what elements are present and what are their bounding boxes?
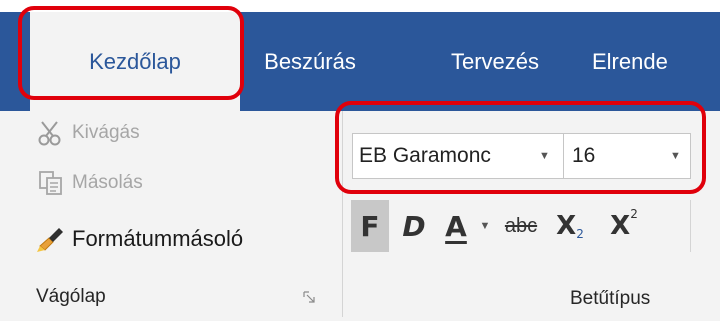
subscript-suffix: 2 — [576, 227, 584, 241]
underline-button[interactable]: A — [436, 200, 476, 252]
underline-label: A — [445, 209, 467, 243]
format-painter-button[interactable]: Formátummásoló — [36, 224, 243, 254]
superscript-button[interactable]: X2 — [602, 200, 646, 252]
tab-design[interactable]: Tervezés — [420, 12, 570, 111]
italic-button[interactable]: D — [395, 200, 433, 252]
tab-layout[interactable]: Elrende — [588, 12, 720, 111]
copy-button[interactable]: Másolás — [36, 168, 143, 198]
strikethrough-button[interactable]: abc — [500, 200, 542, 252]
cut-button[interactable]: Kivágás — [36, 118, 140, 148]
button-separator — [690, 200, 691, 252]
font-group-label: Betűtípus — [570, 288, 651, 309]
tab-insert[interactable]: Beszúrás — [240, 12, 380, 111]
underline-dropdown-icon[interactable]: ▼ — [478, 200, 492, 252]
superscript-suffix: 2 — [630, 207, 638, 221]
superscript-label: X — [610, 211, 631, 241]
subscript-label: X — [556, 211, 577, 241]
scissors-icon — [36, 118, 66, 148]
copy-icon — [36, 168, 66, 198]
format-painter-label: Formátummásoló — [72, 226, 244, 251]
highlight-box-tab — [18, 6, 244, 100]
clipboard-group-label: Vágólap — [36, 286, 106, 307]
highlight-box-font — [335, 101, 706, 194]
cut-label: Kivágás — [72, 122, 140, 143]
subscript-button[interactable]: X2 — [548, 200, 592, 252]
copy-label: Másolás — [72, 172, 143, 193]
dialog-launcher-icon[interactable] — [303, 290, 315, 303]
bold-button[interactable]: F — [351, 200, 389, 252]
strikethrough-label: abc — [504, 214, 538, 237]
paintbrush-icon — [36, 224, 66, 254]
